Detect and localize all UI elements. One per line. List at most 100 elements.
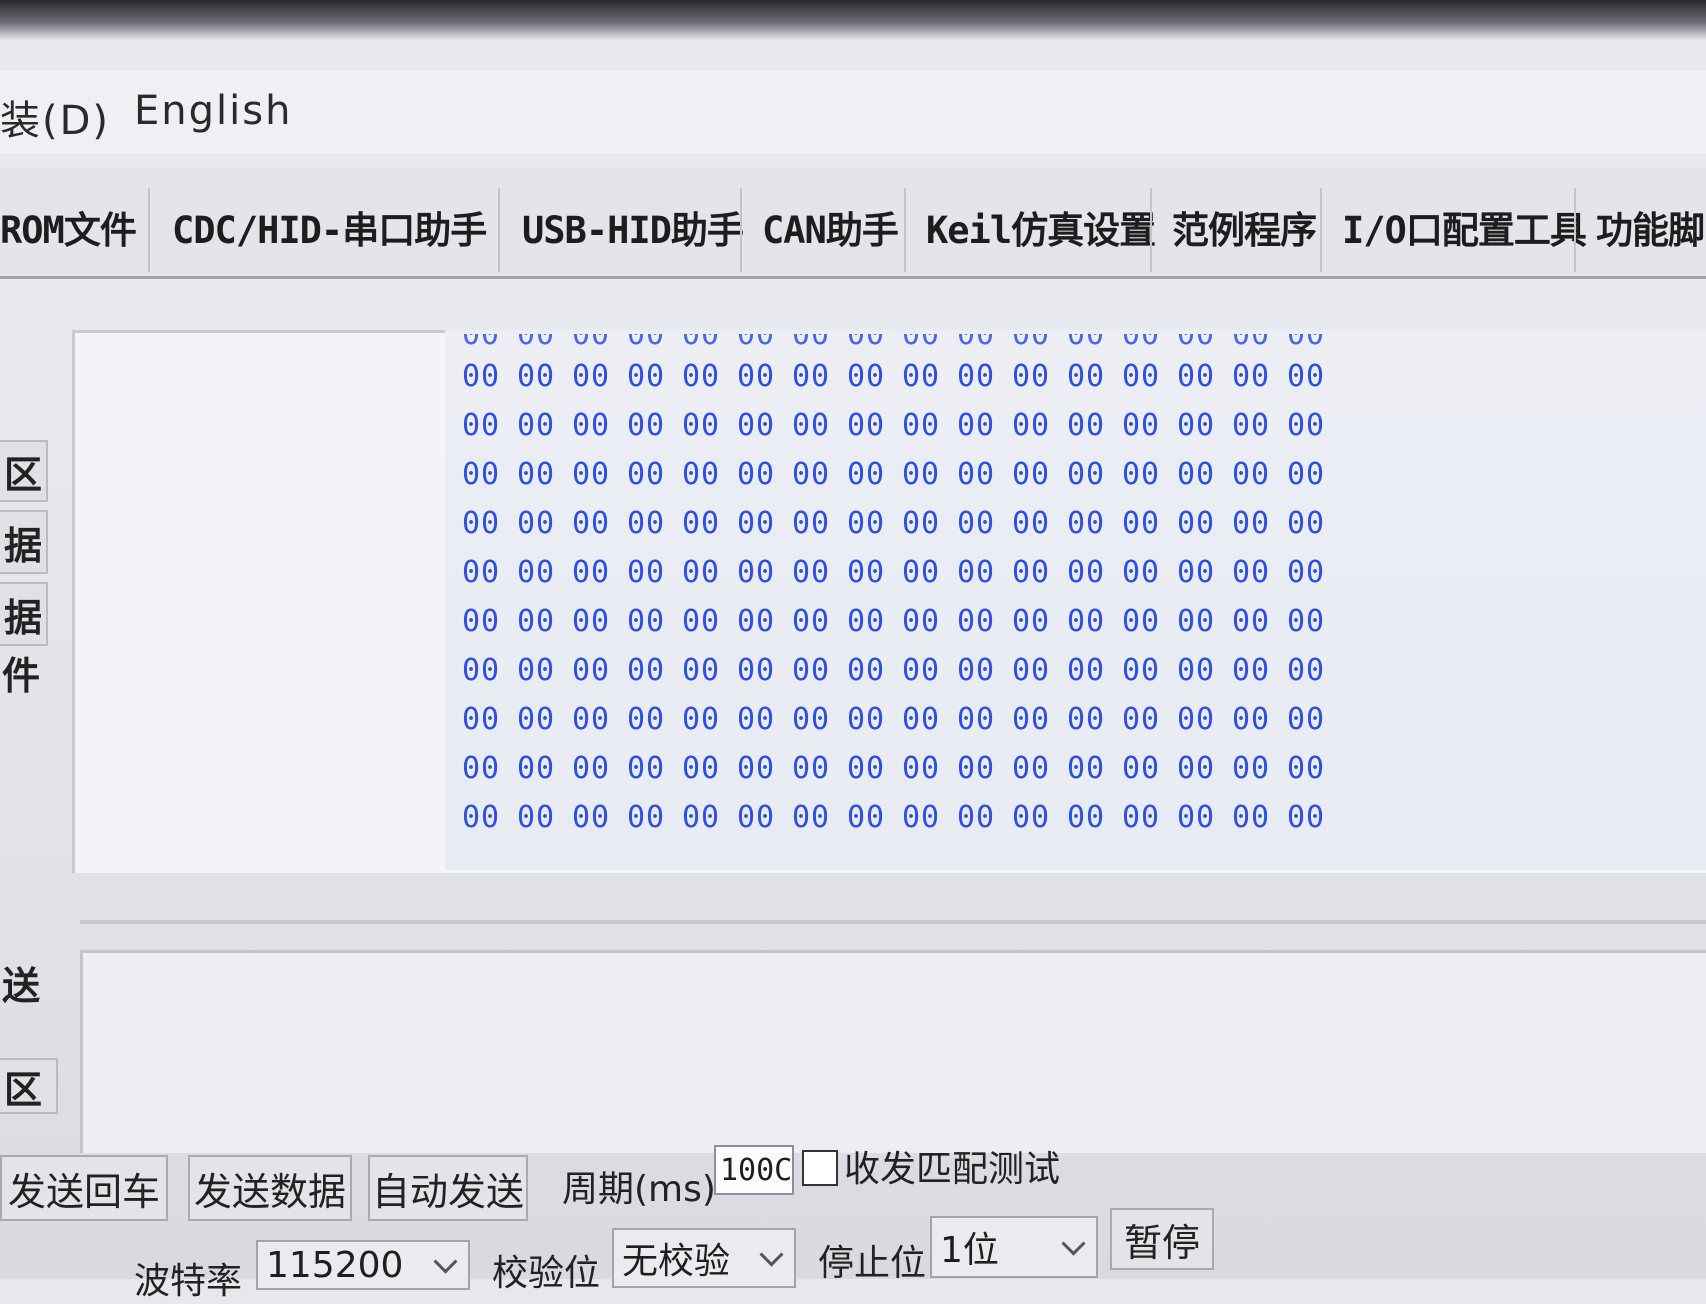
hex-cell: 00 bbox=[517, 334, 556, 352]
hex-row: 00 00 00 00 00 00 00 00 00 00 00 00 00 00 00 00 bbox=[462, 401, 1342, 450]
parity-select[interactable]: 无校验 bbox=[612, 1228, 796, 1288]
hex-cell: 00 bbox=[1287, 457, 1326, 492]
hex-cell: 00 bbox=[1232, 751, 1271, 786]
hex-cell: 00 bbox=[792, 408, 831, 443]
hex-cell: 00 bbox=[902, 653, 941, 688]
send-newline-button[interactable]: 发送回车 bbox=[0, 1155, 168, 1221]
hex-cell: 00 bbox=[737, 457, 776, 492]
hex-cell: 00 bbox=[1122, 359, 1161, 394]
send-data-button[interactable]: 发送数据 bbox=[188, 1155, 352, 1221]
hex-cell: 00 bbox=[957, 506, 996, 541]
hex-cell: 00 bbox=[1122, 506, 1161, 541]
hex-cell: 00 bbox=[902, 800, 941, 835]
auto-send-button[interactable]: 自动发送 bbox=[368, 1155, 528, 1221]
hex-cell: 00 bbox=[737, 604, 776, 639]
chevron-down-icon bbox=[759, 1242, 784, 1267]
hex-cell: 00 bbox=[1232, 506, 1271, 541]
hex-cell: 00 bbox=[1012, 359, 1051, 394]
stop-bits-select[interactable]: 1位 bbox=[930, 1216, 1098, 1278]
hex-cell: 00 bbox=[957, 653, 996, 688]
hex-cell: 00 bbox=[1012, 653, 1051, 688]
hex-cell: 00 bbox=[517, 702, 556, 737]
hex-cell: 00 bbox=[1177, 751, 1216, 786]
hex-cell: 00 bbox=[1287, 555, 1326, 590]
tab-keil-sim[interactable]: Keil仿真设置 bbox=[926, 200, 1156, 254]
hex-cell: 00 bbox=[1067, 800, 1106, 835]
hex-cell: 00 bbox=[1012, 408, 1051, 443]
hex-cell: 00 bbox=[462, 408, 501, 443]
hex-row: 00 00 00 00 00 00 00 00 00 00 00 00 00 00 00 00 bbox=[462, 450, 1342, 499]
hex-cell: 00 bbox=[1287, 359, 1326, 394]
hex-cell: 00 bbox=[737, 334, 776, 352]
hex-cell: 00 bbox=[572, 702, 611, 737]
pause-button[interactable]: 暂停 bbox=[1110, 1208, 1214, 1270]
hex-cell: 00 bbox=[462, 506, 501, 541]
hex-cell: 00 bbox=[572, 653, 611, 688]
hex-cell: 00 bbox=[627, 800, 666, 835]
hex-cell: 00 bbox=[1067, 334, 1106, 352]
hex-cell: 00 bbox=[1067, 653, 1106, 688]
hex-cell: 00 bbox=[1122, 800, 1161, 835]
tab-examples[interactable]: 范例程序 bbox=[1172, 200, 1317, 254]
hex-cell: 00 bbox=[627, 751, 666, 786]
hex-cell: 00 bbox=[682, 604, 721, 639]
hex-cell: 00 bbox=[1012, 457, 1051, 492]
hex-row: 00 00 00 00 00 00 00 00 00 00 00 00 00 00 00 00 bbox=[462, 597, 1342, 646]
hex-cell: 00 bbox=[682, 800, 721, 835]
hex-cell: 00 bbox=[627, 359, 666, 394]
hex-cell: 00 bbox=[572, 359, 611, 394]
hex-cell: 00 bbox=[957, 457, 996, 492]
hex-cell: 00 bbox=[902, 457, 941, 492]
send-area-clear-button[interactable]: 区 bbox=[0, 1058, 58, 1114]
hex-row: 00 00 00 00 00 00 00 00 00 00 00 00 00 00 00 00 bbox=[462, 548, 1342, 597]
hex-cell: 00 bbox=[1177, 457, 1216, 492]
hex-cell: 00 bbox=[1232, 653, 1271, 688]
file-label: 件 bbox=[2, 654, 41, 698]
send-buffer[interactable] bbox=[80, 950, 1706, 1153]
tab-function-pins[interactable]: 功能脚 bbox=[1596, 200, 1705, 254]
hex-cell: 00 bbox=[1177, 702, 1216, 737]
save-receive-data-button[interactable]: 据 bbox=[0, 510, 48, 574]
baud-label: 波特率 bbox=[134, 1261, 243, 1302]
tab-io-config[interactable]: I/O口配置工具 bbox=[1342, 200, 1587, 254]
hex-cell: 00 bbox=[1122, 408, 1161, 443]
period-input[interactable]: 100C bbox=[714, 1145, 794, 1195]
hex-cell: 00 bbox=[847, 800, 886, 835]
hex-cell: 00 bbox=[1067, 359, 1106, 394]
hex-cell: 00 bbox=[737, 653, 776, 688]
hex-cell: 00 bbox=[462, 800, 501, 835]
load-data-button[interactable]: 据 bbox=[0, 582, 48, 646]
hex-cell: 00 bbox=[847, 653, 886, 688]
hex-cell: 00 bbox=[627, 334, 666, 352]
menu-item-d[interactable]: 装(D) bbox=[0, 88, 110, 146]
hex-cell: 00 bbox=[682, 653, 721, 688]
tab-separator bbox=[1574, 188, 1576, 272]
hex-cell: 00 bbox=[517, 653, 556, 688]
hex-cell: 00 bbox=[1012, 506, 1051, 541]
hex-cell: 00 bbox=[462, 555, 501, 590]
hex-cell: 00 bbox=[572, 408, 611, 443]
receive-hex-grid: 00 00 00 00 00 00 00 00 00 00 00 00 00 00 00 00 00 00 00 0… bbox=[462, 334, 1342, 842]
hex-cell: 00 bbox=[902, 408, 941, 443]
hex-cell: 00 bbox=[1067, 555, 1106, 590]
baud-select[interactable]: 115200 bbox=[256, 1240, 470, 1290]
tab-separator bbox=[1150, 188, 1152, 272]
hex-cell: 00 bbox=[957, 359, 996, 394]
tab-cdc-hid-serial[interactable]: CDC/HID-串口助手 bbox=[172, 200, 487, 254]
hex-cell: 00 bbox=[1232, 457, 1271, 492]
hex-cell: 00 bbox=[1177, 334, 1216, 352]
hex-rows: 00 00 00 00 00 00 00 00 00 00 00 00 00 00 00 00 00 00 00 00… bbox=[462, 352, 1342, 842]
hex-cell: 00 bbox=[737, 555, 776, 590]
hex-cell: 00 bbox=[1122, 604, 1161, 639]
tab-rom-file[interactable]: ROM文件 bbox=[0, 200, 137, 254]
hex-cell: 00 bbox=[1232, 555, 1271, 590]
hex-row: 00 00 00 00 00 00 00 00 00 00 00 00 00 00 00 00 bbox=[462, 793, 1342, 842]
match-test-checkbox[interactable] bbox=[802, 1150, 838, 1186]
tab-usb-hid[interactable]: USB-HID助手 bbox=[522, 200, 744, 254]
menu-item-english[interactable]: English bbox=[134, 88, 292, 134]
receive-area-clear-button[interactable]: 区 bbox=[0, 440, 48, 502]
tab-can[interactable]: CAN助手 bbox=[762, 200, 899, 254]
hex-cell: 00 bbox=[847, 604, 886, 639]
tab-separator bbox=[1320, 188, 1322, 272]
hex-cell: 00 bbox=[517, 359, 556, 394]
